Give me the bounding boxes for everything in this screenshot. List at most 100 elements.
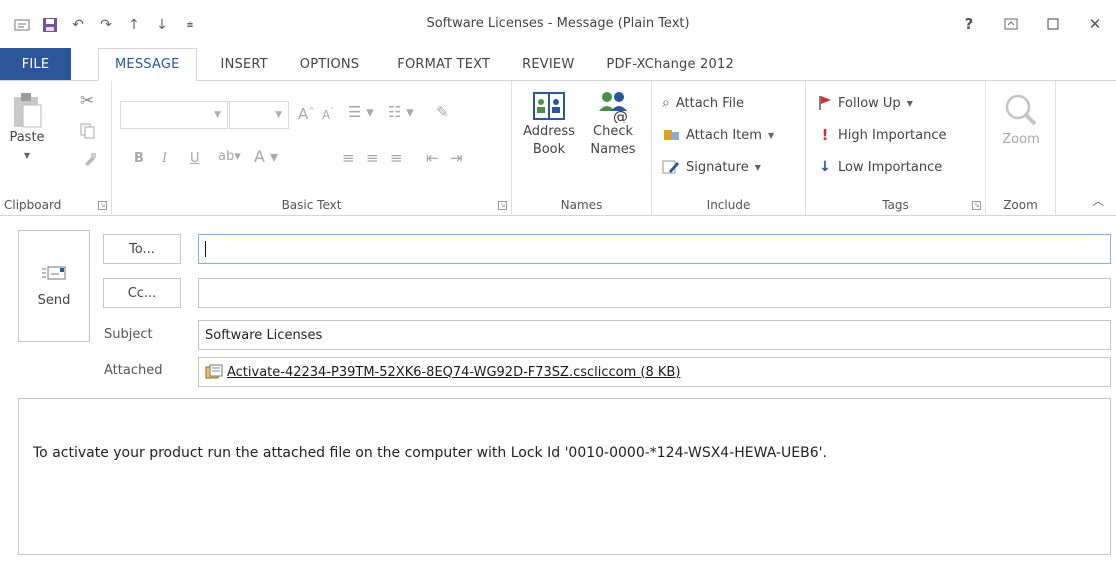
ribbon-tabs: FILE MESSAGE INSERT OPTIONS FORMAT TEXT … [0, 48, 1116, 81]
follow-up-dropdown-icon: ▼ [906, 98, 913, 108]
numbering-icon[interactable]: ☷ ▾ [388, 103, 414, 121]
attached-label: Attached [104, 363, 163, 378]
shrink-font-icon[interactable]: Aˇ [322, 107, 334, 122]
attach-item-button[interactable]: Attach Item ▼ [662, 123, 774, 147]
align-center-icon[interactable]: ≡ [366, 149, 379, 167]
low-importance-icon: ↓ [819, 159, 831, 175]
highlight-icon[interactable]: ab▾ [218, 149, 241, 164]
check-names-label-1: Check [593, 124, 633, 139]
send-label: Send [37, 292, 71, 308]
basic-text-label: Basic Text [281, 198, 342, 212]
cc-button[interactable]: Cc... [103, 278, 181, 308]
check-names-icon: @ [599, 92, 628, 123]
text-caret [205, 241, 206, 257]
zoom-label: Zoom [1003, 198, 1038, 212]
tags-launcher-icon[interactable]: ↘ [972, 201, 981, 210]
include-group: ⌕ Attach File Attach Item ▼ Signature ▼ … [652, 81, 806, 216]
tab-file[interactable]: FILE [0, 48, 71, 80]
paste-button[interactable]: Paste ▼ [6, 91, 48, 165]
send-icon [42, 266, 66, 279]
send-button[interactable]: Send [18, 230, 90, 342]
ribbon-display-options-icon[interactable] [990, 10, 1032, 38]
attach-file-button[interactable]: ⌕ Attach File [662, 91, 744, 115]
copy-icon[interactable] [80, 123, 96, 142]
address-book-label-2: Book [532, 142, 566, 157]
high-importance-label: High Importance [838, 127, 947, 143]
underline-button[interactable]: U [190, 151, 200, 166]
bullets-icon[interactable]: ☰ ▾ [348, 103, 374, 121]
clipboard-group: Paste ▼ ✂ Clipboard ↘ [0, 81, 112, 216]
tab-format-text[interactable]: FORMAT TEXT [381, 48, 506, 80]
to-input[interactable] [198, 234, 1111, 264]
zoom-button[interactable]: Zoom [994, 93, 1048, 149]
zoom-group: Zoom Zoom [986, 81, 1056, 216]
attach-item-label: Attach Item [686, 127, 762, 143]
clear-formatting-icon[interactable]: ✎ [436, 103, 449, 121]
font-color-button[interactable]: A ▾ [254, 147, 278, 166]
tags-label: Tags [882, 198, 909, 212]
tab-review[interactable]: REVIEW [506, 48, 590, 80]
clipboard-launcher-icon[interactable]: ↘ [98, 201, 107, 210]
message-body[interactable]: To activate your product run the attache… [18, 398, 1111, 555]
follow-up-label: Follow Up [838, 95, 901, 111]
format-painter-icon[interactable] [82, 151, 98, 170]
paste-icon [14, 93, 42, 128]
paperclip-icon: ⌕ [662, 95, 670, 111]
bold-button[interactable]: B [134, 151, 144, 166]
attachment-link[interactable]: Activate-42234-P39TM-52XK6-8EQ74-WG92D-F… [227, 365, 680, 380]
signature-button[interactable]: Signature ▼ [662, 155, 761, 179]
subject-value: Software Licenses [205, 327, 323, 343]
attach-file-label: Attach File [675, 95, 744, 111]
signature-label: Signature [686, 159, 749, 175]
collapse-ribbon-icon[interactable]: ︿ [1092, 192, 1104, 209]
cut-icon[interactable]: ✂ [80, 91, 94, 111]
attach-item-icon [664, 130, 679, 140]
grow-font-icon[interactable]: A^ [298, 105, 315, 123]
attachment-file-icon [205, 364, 223, 379]
paste-label: Paste [9, 130, 45, 145]
font-color-label: A [254, 147, 265, 166]
tab-options[interactable]: OPTIONS [284, 48, 375, 80]
tab-insert[interactable]: INSERT [205, 48, 284, 80]
to-button[interactable]: To... [103, 234, 181, 264]
clipboard-label: Clipboard [4, 198, 62, 212]
basic-text-launcher-icon[interactable]: ↘ [498, 201, 507, 210]
decrease-indent-icon[interactable]: ⇤ [426, 149, 439, 167]
font-name-combo[interactable]: ▼ [120, 101, 228, 129]
help-button[interactable]: ? [948, 10, 990, 38]
increase-indent-icon[interactable]: ⇥ [450, 149, 463, 167]
tab-message[interactable]: MESSAGE [98, 48, 197, 81]
align-left-icon[interactable]: ≡ [342, 149, 355, 167]
window-controls: ? ✕ [948, 10, 1116, 38]
high-importance-button[interactable]: ! High Importance [818, 123, 947, 147]
maximize-icon[interactable] [1032, 10, 1074, 38]
basic-text-group: ▼ ▼ A^ Aˇ ☰ ▾ ☷ ▾ ✎ B I U ab▾ A ▾ ≡ ≡ ≡ … [112, 81, 512, 216]
subject-label: Subject [104, 327, 153, 342]
address-book-button[interactable]: Address Book [520, 89, 578, 159]
check-names-label-2: Names [590, 142, 636, 157]
names-group: Address Book @ Check Names Names [512, 81, 652, 216]
svg-text:@: @ [613, 108, 628, 123]
attach-item-dropdown-icon: ▼ [767, 130, 775, 140]
check-names-button[interactable]: @ Check Names [584, 89, 642, 159]
follow-up-button[interactable]: Follow Up ▼ [818, 91, 913, 115]
tab-pdf-xchange[interactable]: PDF-XChange 2012 [590, 48, 750, 80]
low-importance-button[interactable]: ↓ Low Importance [818, 155, 942, 179]
low-importance-label: Low Importance [838, 159, 943, 175]
tags-group: Follow Up ▼ ! High Importance ↓ Low Impo… [806, 81, 986, 216]
address-book-label-1: Address [523, 124, 575, 139]
zoom-button-label: Zoom [1002, 132, 1040, 147]
paste-dropdown-icon[interactable]: ▼ [24, 147, 30, 165]
close-icon[interactable]: ✕ [1074, 10, 1116, 38]
font-size-combo[interactable]: ▼ [229, 101, 289, 129]
flag-icon [819, 96, 831, 110]
align-right-icon[interactable]: ≡ [390, 149, 403, 167]
cc-input[interactable] [198, 278, 1111, 308]
italic-button[interactable]: I [162, 151, 167, 166]
zoom-icon [1005, 94, 1037, 126]
names-label: Names [560, 198, 603, 212]
subject-input[interactable]: Software Licenses [198, 320, 1111, 350]
signature-dropdown-icon: ▼ [754, 162, 761, 172]
high-importance-icon: ! [821, 126, 829, 144]
attachments-field: Activate-42234-P39TM-52XK6-8EQ74-WG92D-F… [198, 357, 1111, 387]
